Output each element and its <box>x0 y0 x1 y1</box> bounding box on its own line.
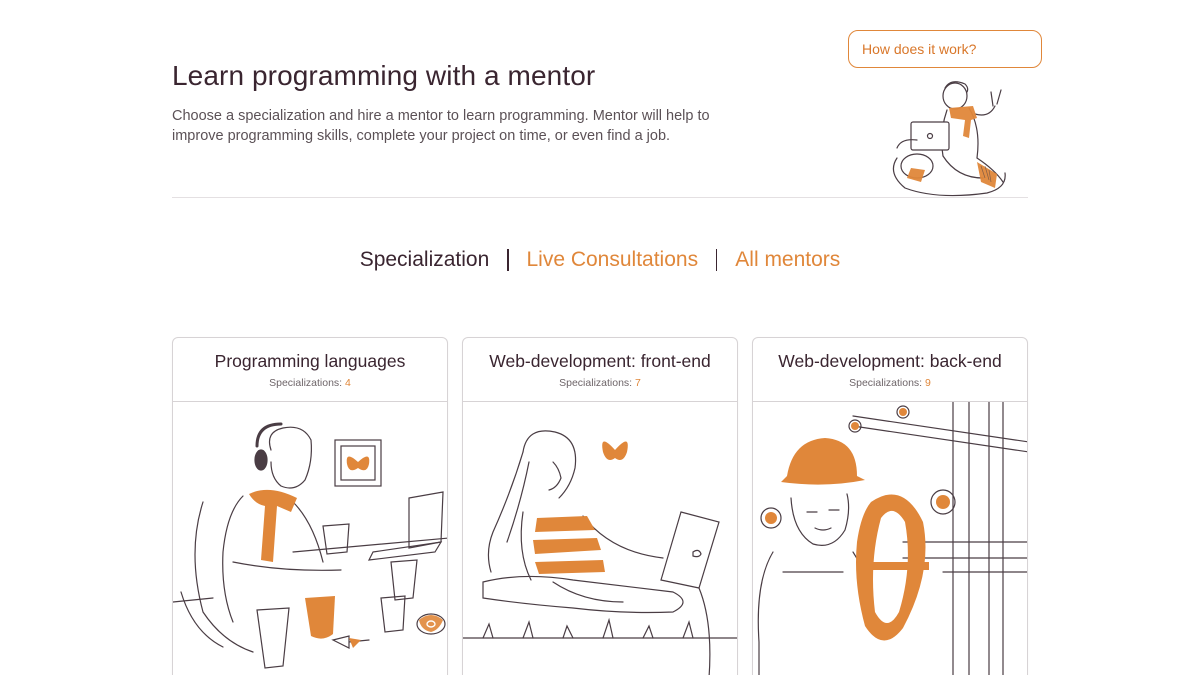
card-specializations-count: Specializations: 4 <box>173 377 447 389</box>
back-end-engineer-illustration <box>757 402 1027 675</box>
page-description: Choose a specialization and hire a mento… <box>172 108 710 144</box>
page-title: Learn programming with a mentor <box>172 60 596 91</box>
card-back-end[interactable]: Web-development: back-end Specialization… <box>752 337 1028 675</box>
count-label: Specializations: <box>849 377 923 389</box>
tab-separator <box>715 249 718 272</box>
tab-separator <box>507 249 509 272</box>
page-header: Learn programming with a mentor Choose a… <box>172 0 1042 198</box>
mentor-mascot-illustration <box>892 81 1006 197</box>
card-title: Programming languages <box>214 351 406 371</box>
tab-all-mentors[interactable]: All mentors <box>731 248 844 272</box>
card-title: Web-development: back-end <box>778 351 1002 371</box>
count-value: 4 <box>345 377 351 389</box>
count-label: Specializations: <box>269 377 343 389</box>
tab-live-consultations[interactable]: Live Consultations <box>522 248 702 272</box>
section-tabs: Specialization Live Consultations All me… <box>0 248 1200 272</box>
card-specializations-count: Specializations: 7 <box>463 377 737 389</box>
card-specializations-count: Specializations: 9 <box>753 377 1027 389</box>
how-it-works-button[interactable]: How does it work? <box>848 30 1042 68</box>
count-value: 7 <box>635 377 641 389</box>
programmer-illustration <box>173 422 447 669</box>
card-header: Web-development: front-end Specializatio… <box>463 338 737 402</box>
card-front-end[interactable]: Web-development: front-end Specializatio… <box>462 337 738 675</box>
card-header: Programming languages Specializations: 4 <box>173 338 447 402</box>
count-label: Specializations: <box>559 377 633 389</box>
tab-specialization[interactable]: Specialization <box>356 248 494 272</box>
card-programming-languages[interactable]: Programming languages Specializations: 4 <box>172 337 448 675</box>
card-title: Web-development: front-end <box>489 351 711 371</box>
front-end-developer-illustration <box>463 430 737 675</box>
card-header: Web-development: back-end Specialization… <box>753 338 1027 402</box>
count-value: 9 <box>925 377 931 389</box>
how-it-works-label: How does it work? <box>862 41 977 57</box>
